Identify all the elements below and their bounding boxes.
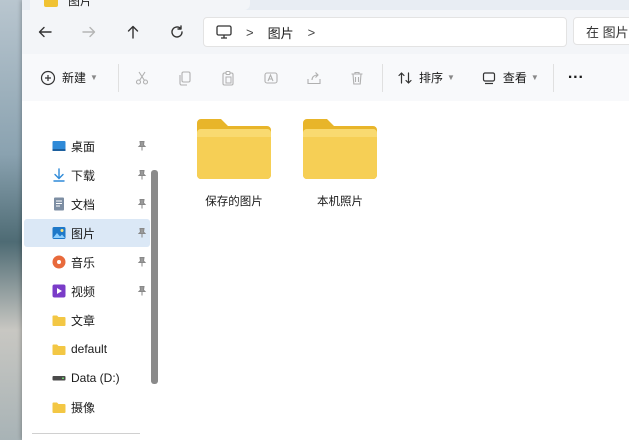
arrow-right-icon (82, 26, 96, 38)
navigation-pane: 桌面 下载 文档 图片 音乐 视频 文章 default Data (D:) 摄… (22, 101, 162, 440)
sidebar-item-music[interactable]: 音乐 (24, 248, 150, 276)
sidebar-item-default[interactable]: default (24, 335, 150, 363)
pin-icon (137, 170, 147, 180)
download-icon (53, 168, 65, 182)
folder-label: 本机照片 (317, 196, 363, 208)
more-icon: ··· (567, 68, 584, 86)
navigation-bar: > 图片 > 在 图片 (22, 10, 629, 54)
sidebar-scrollbar-thumb[interactable] (151, 170, 158, 384)
paste-icon (222, 70, 234, 86)
toolbar-divider (552, 63, 554, 92)
plus-circle-icon (40, 70, 56, 85)
sidebar-item-label: default (71, 342, 108, 356)
arrow-left-icon (38, 26, 52, 38)
pin-icon (137, 199, 147, 209)
sidebar-item-label: 文档 (71, 197, 96, 212)
pin-icon (137, 286, 147, 296)
delete-icon (351, 71, 363, 85)
share-button[interactable] (299, 63, 329, 93)
folder-item[interactable]: 保存的图片 (184, 101, 284, 211)
view-label: 查看 (502, 71, 527, 85)
file-explorer-window: 图片 > 图片 > 在 图片 新建 ▼ 排序 ▼ 查看 ▼ ··· 桌面 下载 … (22, 0, 629, 440)
forward-button[interactable] (76, 19, 102, 45)
tab-pictures[interactable]: 图片 (30, 0, 250, 10)
copy-button[interactable] (170, 63, 200, 93)
more-options-button[interactable]: ··· (568, 63, 584, 93)
file-list: 保存的图片 本机照片 (162, 101, 629, 440)
sidebar-item-videos[interactable]: 视频 (24, 277, 150, 305)
view-icon (482, 71, 495, 84)
desktop-wallpaper (0, 0, 24, 440)
cut-icon (135, 71, 148, 85)
new-label: 新建 (62, 71, 87, 85)
breadcrumb-separator[interactable]: > (246, 25, 254, 40)
sidebar-item-data-drive[interactable]: Data (D:) (24, 364, 150, 392)
sidebar-item-label: 下载 (71, 168, 96, 183)
folder-icon (52, 402, 66, 413)
rename-button[interactable] (256, 63, 286, 93)
folder-icon (197, 119, 271, 179)
new-button[interactable]: 新建 ▼ (40, 63, 98, 93)
rename-icon (264, 71, 278, 84)
refresh-button[interactable] (164, 19, 190, 45)
sidebar-item-label: 视频 (71, 284, 96, 299)
chevron-down-icon: ▼ (446, 73, 455, 82)
folder-icon (303, 119, 377, 179)
address-bar[interactable]: > 图片 > (203, 17, 567, 47)
pin-icon (137, 141, 147, 151)
sidebar-item-downloads[interactable]: 下载 (24, 161, 150, 189)
sidebar-item-label: 摄像 (71, 400, 96, 415)
paste-button[interactable] (213, 63, 243, 93)
pin-icon (137, 228, 147, 238)
pin-icon (137, 257, 147, 267)
arrow-up-icon (127, 25, 139, 39)
sidebar-divider (32, 433, 140, 434)
sidebar-item-label: Data (D:) (71, 371, 120, 385)
picture-icon (52, 227, 66, 239)
sidebar-item-label: 音乐 (71, 255, 96, 270)
sidebar-item-label: 文章 (71, 313, 96, 328)
cut-button[interactable] (127, 63, 157, 93)
sidebar-item-desktop[interactable]: 桌面 (24, 132, 150, 160)
command-bar: 新建 ▼ 排序 ▼ 查看 ▼ ··· (22, 54, 629, 102)
this-pc-icon (216, 25, 232, 39)
breadcrumb-separator[interactable]: > (308, 25, 316, 40)
view-button[interactable]: 查看 ▼ (481, 63, 539, 93)
toolbar-divider (381, 63, 383, 92)
sidebar-item-label: 桌面 (71, 139, 96, 154)
chevron-down-icon: ▼ (90, 73, 98, 82)
share-icon (307, 71, 321, 84)
folder-icon (44, 0, 58, 7)
folder-label: 保存的图片 (205, 196, 263, 208)
tab-strip: 图片 (22, 0, 629, 10)
delete-button[interactable] (342, 63, 372, 93)
sort-button[interactable]: 排序 ▼ (397, 63, 455, 93)
video-icon (52, 284, 66, 298)
folder-item[interactable]: 本机照片 (290, 101, 390, 211)
folder-icon (52, 344, 66, 355)
copy-icon (179, 70, 191, 86)
desktop-icon (52, 141, 66, 151)
up-button[interactable] (120, 19, 146, 45)
drive-icon (52, 376, 66, 381)
sort-icon (398, 71, 412, 84)
tab-title: 图片 (68, 0, 93, 8)
toolbar-divider (117, 63, 119, 92)
chevron-down-icon: ▼ (530, 73, 539, 82)
refresh-icon (171, 25, 183, 38)
back-button[interactable] (32, 19, 58, 45)
breadcrumb-pictures[interactable]: 图片 (268, 23, 294, 42)
sidebar-item-documents[interactable]: 文档 (24, 190, 150, 218)
sidebar-item-sheying[interactable]: 摄像 (24, 393, 150, 421)
sidebar-item-wenzhang[interactable]: 文章 (24, 306, 150, 334)
document-icon (54, 197, 64, 211)
sort-label: 排序 (418, 71, 443, 85)
sidebar-item-label: 图片 (71, 226, 96, 241)
music-icon (52, 255, 66, 269)
search-input[interactable]: 在 图片 (573, 17, 629, 45)
sidebar-item-pictures[interactable]: 图片 (24, 219, 150, 247)
folder-icon (52, 315, 66, 326)
